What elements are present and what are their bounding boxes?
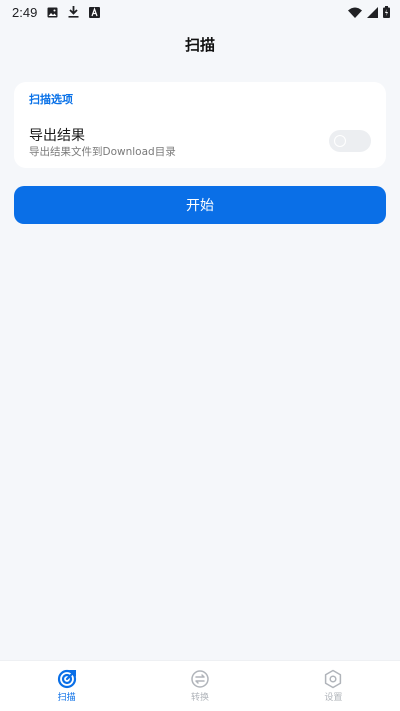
- nav-label-convert: 转换: [190, 693, 209, 703]
- export-toggle[interactable]: [329, 130, 371, 152]
- nav-label-scan: 扫描: [57, 693, 76, 703]
- export-option-description: 导出结果文件到Download目录: [29, 146, 176, 158]
- section-label: 扫描选项: [29, 93, 73, 106]
- status-time: 2:49: [12, 4, 38, 20]
- scan-options-card: 扫描选项 导出结果 导出结果文件到Download目录: [14, 82, 386, 168]
- nav-item-scan[interactable]: 扫描: [0, 661, 133, 711]
- convert-icon: [190, 669, 210, 689]
- download-icon: [68, 6, 79, 18]
- battery-icon: [383, 6, 390, 18]
- scan-icon: [57, 669, 77, 689]
- status-bar: 2:49: [0, 0, 400, 24]
- nav-item-convert[interactable]: 转换: [133, 661, 266, 711]
- bottom-nav: 扫描 转换 设置: [0, 660, 400, 711]
- status-right: [348, 6, 390, 18]
- wifi-icon: [348, 7, 362, 18]
- nav-label-settings: 设置: [324, 693, 343, 703]
- status-left: 2:49: [12, 4, 101, 20]
- page-title: 扫描: [184, 36, 215, 54]
- settings-icon: [323, 669, 343, 689]
- start-button[interactable]: 开始: [14, 186, 386, 224]
- export-option-title: 导出结果: [29, 128, 85, 144]
- accessibility-a-icon: [89, 6, 101, 18]
- signal-icon: [367, 6, 378, 18]
- nav-item-settings[interactable]: 设置: [267, 661, 400, 711]
- image-notification-icon: [47, 7, 58, 18]
- toggle-knob: [334, 135, 346, 147]
